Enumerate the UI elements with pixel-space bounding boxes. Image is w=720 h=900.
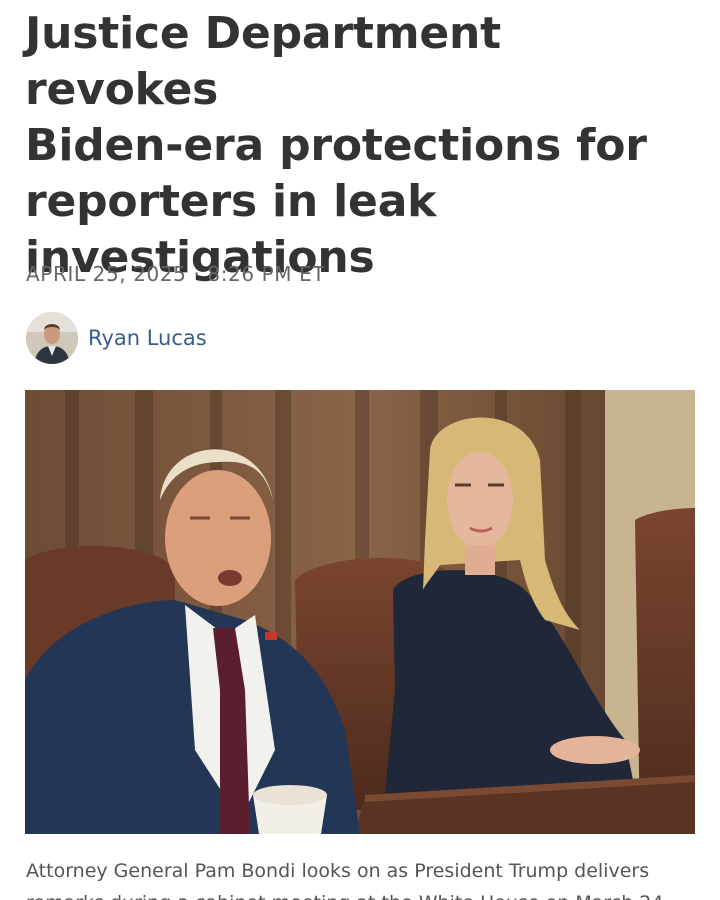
author-avatar[interactable] xyxy=(26,312,78,364)
article-headline: Justice Department revokes Biden-era pro… xyxy=(25,8,647,283)
author-link[interactable]: Ryan Lucas xyxy=(88,326,207,350)
photo-caption: Attorney General Pam Bondi looks on as P… xyxy=(26,860,663,900)
byline: Ryan Lucas xyxy=(26,312,207,364)
article-photo xyxy=(25,390,695,834)
article-dateline: APRIL 25, 2025 · 8:26 PM ET xyxy=(26,262,326,286)
